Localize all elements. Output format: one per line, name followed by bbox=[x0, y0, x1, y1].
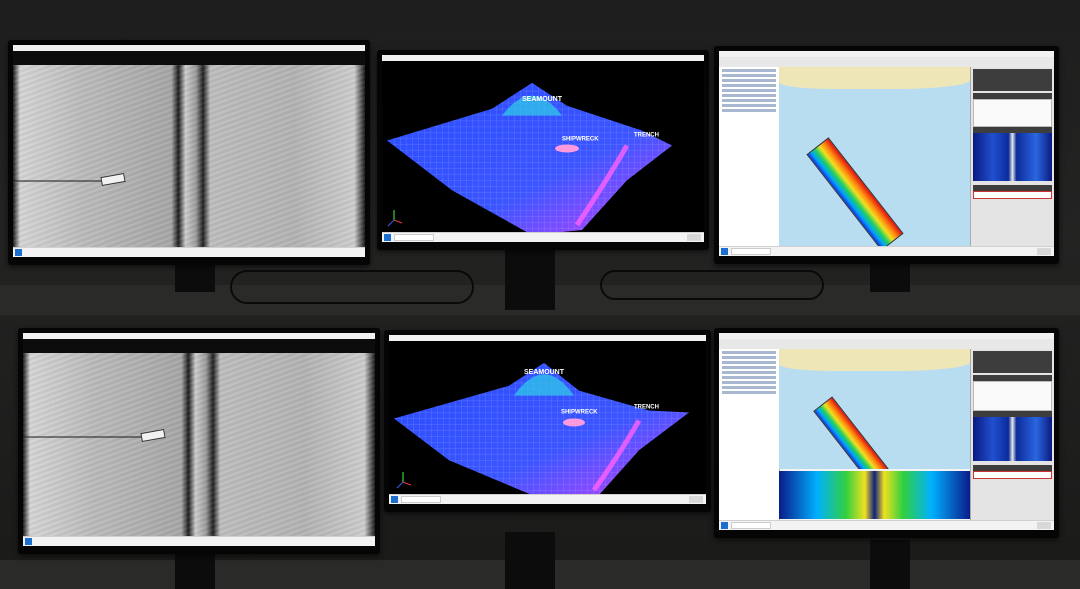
coastline-land bbox=[779, 349, 971, 371]
monitor-top-right bbox=[714, 46, 1059, 264]
taskbar bbox=[382, 232, 704, 242]
mesh-svg: SEAMOUNT SHIPWRECK TRENCH bbox=[394, 362, 689, 495]
monitor-stand bbox=[175, 548, 215, 589]
gis-application bbox=[719, 57, 1054, 247]
taskbar bbox=[719, 246, 1054, 256]
mesh-svg: SEAMOUNT SHIPWRECK TRENCH bbox=[387, 82, 672, 233]
boat-wake bbox=[23, 436, 143, 438]
taskbar-search-icon[interactable] bbox=[731, 522, 771, 529]
taskbar-search-icon[interactable] bbox=[731, 248, 771, 255]
system-tray bbox=[689, 496, 703, 503]
gis-screen bbox=[719, 333, 1054, 530]
gis-application bbox=[719, 339, 1054, 521]
shipwreck-label: SHIPWRECK bbox=[562, 137, 599, 143]
boat-target bbox=[140, 428, 166, 443]
survey-swath bbox=[813, 396, 890, 469]
sonar-screen bbox=[23, 333, 375, 546]
system-tray bbox=[687, 234, 701, 241]
status-sidebar bbox=[970, 67, 1054, 247]
sonar-waterfall bbox=[973, 417, 1052, 461]
monitor-bottom-center: SEAMOUNT SHIPWRECK TRENCH bbox=[384, 330, 711, 512]
shipwreck-mark bbox=[563, 418, 585, 427]
taskbar-search-icon[interactable] bbox=[401, 496, 441, 503]
shipwreck-label: SHIPWRECK bbox=[561, 410, 598, 416]
sonar-info-header bbox=[23, 339, 375, 353]
monitor-stand bbox=[870, 262, 910, 292]
gis-screen bbox=[719, 51, 1054, 256]
windows-start-icon[interactable] bbox=[25, 538, 32, 545]
sonar-waterfall bbox=[973, 133, 1052, 181]
alert-message bbox=[973, 191, 1052, 199]
monitor-stand bbox=[505, 250, 555, 310]
positioning-table bbox=[973, 99, 1052, 127]
sonar-screen bbox=[13, 45, 365, 257]
bathymetry-3d-view: SEAMOUNT SHIPWRECK TRENCH bbox=[389, 341, 706, 495]
cable bbox=[230, 270, 474, 304]
windows-start-icon[interactable] bbox=[391, 496, 398, 503]
mesh-screen: SEAMOUNT SHIPWRECK TRENCH bbox=[389, 335, 706, 504]
layer-tree[interactable] bbox=[719, 67, 781, 247]
monitor-top-center: SEAMOUNT SHIPWRECK TRENCH bbox=[377, 50, 709, 250]
alert-message bbox=[973, 471, 1052, 479]
axis-gizmo-icon bbox=[396, 472, 412, 489]
layer-tree[interactable] bbox=[719, 349, 781, 521]
system-tray bbox=[1037, 248, 1051, 255]
mesh-screen: SEAMOUNT SHIPWRECK TRENCH bbox=[382, 55, 704, 242]
windows-start-icon[interactable] bbox=[721, 522, 728, 529]
status-sidebar bbox=[970, 349, 1054, 521]
boat-wake bbox=[13, 180, 103, 182]
windows-start-icon[interactable] bbox=[15, 249, 22, 256]
monitor-stand bbox=[505, 532, 555, 589]
position-card-header bbox=[973, 351, 1052, 373]
survey-swath bbox=[806, 137, 904, 247]
side-scan-sonar-image bbox=[23, 353, 375, 537]
system-tray bbox=[1037, 522, 1051, 529]
taskbar bbox=[389, 494, 706, 504]
axis-gizmo-icon bbox=[387, 210, 403, 227]
cable bbox=[600, 270, 824, 300]
realtime-sonar-waterfall bbox=[779, 471, 971, 519]
trench-label: TRENCH bbox=[634, 405, 659, 411]
positioning-table bbox=[973, 381, 1052, 411]
monitor-bottom-right bbox=[714, 328, 1059, 538]
coastline-land bbox=[779, 67, 971, 89]
survey-map[interactable] bbox=[779, 67, 971, 247]
seamount-label: SEAMOUNT bbox=[522, 96, 563, 103]
side-scan-sonar-image bbox=[13, 65, 365, 248]
taskbar-search-icon[interactable] bbox=[394, 234, 434, 241]
monitor-stand bbox=[870, 540, 910, 589]
position-card-header bbox=[973, 69, 1052, 91]
monitor-stand bbox=[175, 262, 215, 292]
taskbar bbox=[23, 536, 375, 546]
seamount-label: SEAMOUNT bbox=[524, 369, 565, 376]
windows-start-icon[interactable] bbox=[384, 234, 391, 241]
windows-start-icon[interactable] bbox=[721, 248, 728, 255]
sonar-info-header bbox=[13, 51, 365, 65]
taskbar bbox=[719, 520, 1054, 530]
taskbar bbox=[13, 247, 365, 257]
trench-label: TRENCH bbox=[634, 133, 659, 139]
monitor-bottom-left bbox=[18, 328, 380, 554]
boat-target bbox=[100, 172, 126, 187]
shipwreck-mark bbox=[555, 144, 579, 153]
survey-map[interactable] bbox=[779, 349, 971, 469]
monitor-top-left bbox=[8, 40, 370, 265]
bathymetry-3d-view: SEAMOUNT SHIPWRECK TRENCH bbox=[382, 61, 704, 233]
